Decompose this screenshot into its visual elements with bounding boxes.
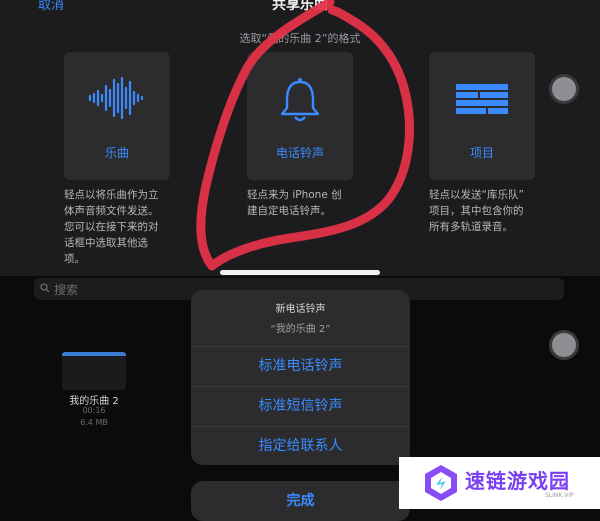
site-watermark: 速链游戏园 SLINK.VIP (399, 457, 600, 509)
watermark-logo-icon (425, 465, 457, 501)
hand-drawn-annotation-loop (196, 0, 414, 271)
watermark-subtitle: SLINK.VIP (545, 492, 574, 499)
watermark-title: 速链游戏园 (465, 469, 570, 493)
